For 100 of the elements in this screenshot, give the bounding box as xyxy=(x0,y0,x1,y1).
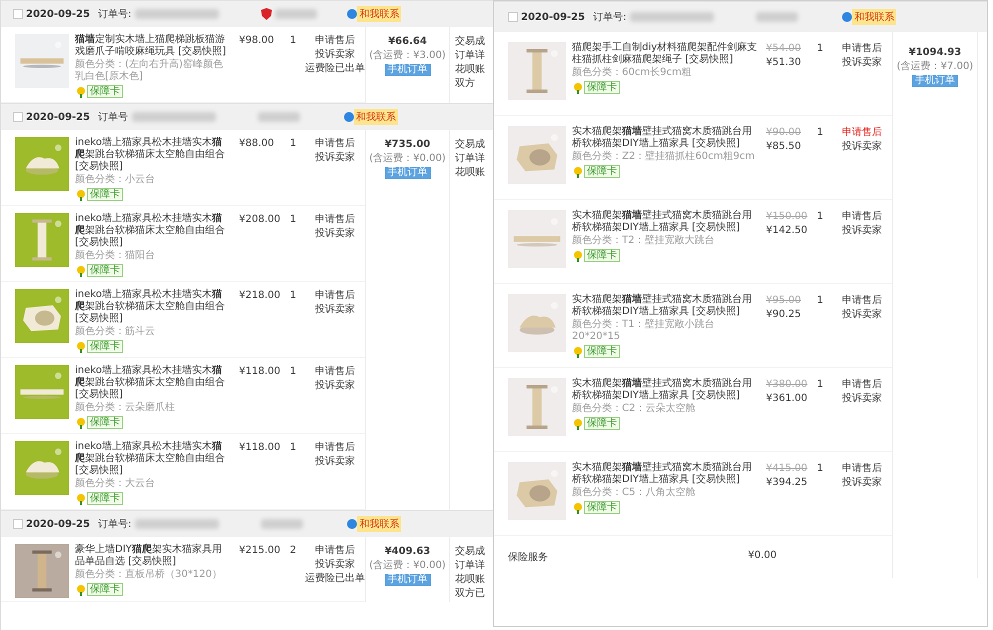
action-link[interactable]: 投诉卖家 xyxy=(305,303,365,317)
unit-price: ¥88.00 xyxy=(239,137,275,151)
product-title-link[interactable]: ineko墙上猫家具松木挂墙实木猫爬架跳台软梯猫床太空舱自由组合 [交易快照] xyxy=(75,289,231,325)
action-link[interactable]: 申请售后 xyxy=(305,441,365,455)
action-link[interactable]: 申请售后 xyxy=(305,289,365,303)
contact-seller-link[interactable]: 和我联系 xyxy=(357,6,402,22)
unit-price: ¥218.00 xyxy=(239,289,281,303)
status-link[interactable]: 交易成 xyxy=(455,545,493,559)
action-link[interactable]: 申请售后 xyxy=(832,378,892,392)
status-link[interactable]: 花呗账 xyxy=(455,63,493,77)
product-title-link[interactable]: 猫墙定制实木墙上猫爬梯跳板猫游戏磨爪子啃咬麻绳玩具 [交易快照] xyxy=(75,34,231,58)
status-link[interactable]: 订单详 xyxy=(455,49,493,63)
original-price: ¥95.00 xyxy=(766,294,802,308)
order-number-label: 订单号: xyxy=(98,518,132,531)
blurred-shop-name xyxy=(756,12,798,22)
product-title-link[interactable]: 猫爬架手工自制diy材料猫爬架配件剑麻支柱猫抓柱剑麻猫爬架绳子 [交易快照] xyxy=(572,42,758,66)
action-link[interactable]: 申请售后 xyxy=(305,213,365,227)
status-link[interactable]: 花呗账 xyxy=(455,573,493,587)
product-title-link[interactable]: ineko墙上猫家具松木挂墙实木猫爬架跳台软梯猫床太空舱自由组合 [交易快照] xyxy=(75,441,231,477)
shipping-note: (含运费：¥7.00) xyxy=(896,60,974,74)
product-title-link[interactable]: ineko墙上猫家具松木挂墙实木猫爬架跳台软梯猫床太空舱自由组合 [交易快照] xyxy=(75,213,231,249)
order-date: 2020-09-25 xyxy=(521,12,585,22)
original-price: ¥90.00 xyxy=(766,126,802,140)
status-link[interactable]: 订单详 xyxy=(455,152,493,166)
checkbox[interactable] xyxy=(13,9,23,19)
product-title-link[interactable]: 实木猫爬架猫墙壁挂式猫窝木质猫跳台用桥软梯猫架DIY墙上猫家具 [交易快照] xyxy=(572,462,758,486)
action-link[interactable]: 申请售后 xyxy=(832,126,892,140)
contact-seller-link[interactable]: 和我联系 xyxy=(852,9,896,25)
product-variant: 颜色分类：大云台 xyxy=(75,478,156,490)
product-title-link[interactable]: 实木猫爬架猫墙壁挂式猫窝木质猫跳台用桥软梯猫架DIY墙上猫家具 [交易快照] xyxy=(572,378,758,402)
action-link[interactable]: 投诉卖家 xyxy=(832,308,892,322)
action-link[interactable]: 投诉卖家 xyxy=(832,392,892,406)
action-link[interactable]: 申请售后 xyxy=(832,210,892,224)
product-title-link[interactable]: 豪华上墙DIY猫爬架实木猫家具用品单品自选 [交易快照] xyxy=(75,544,231,568)
action-link[interactable]: 投诉卖家 xyxy=(832,56,892,70)
chat-icon xyxy=(347,9,358,19)
action-link[interactable]: 申请售后 xyxy=(305,365,365,379)
contact-seller-link[interactable]: 和我联系 xyxy=(354,109,398,125)
product-title-link[interactable]: ineko墙上猫家具松木挂墙实木猫爬架跳台软梯猫床太空舱自由组合 [交易快照] xyxy=(75,137,231,173)
action-link[interactable]: 申请售后 xyxy=(305,34,365,48)
order-date: 2020-09-25 xyxy=(26,112,90,122)
action-link[interactable]: 申请售后 xyxy=(305,544,365,558)
product-title-link[interactable]: 实木猫爬架猫墙壁挂式猫窝木质猫跳台用桥软梯猫架DIY墙上猫家具 [交易快照] xyxy=(572,126,758,150)
product-title-link[interactable]: 实木猫爬架猫墙壁挂式猫窝木质猫跳台用桥软梯猫架DIY墙上猫家具 [交易快照] xyxy=(572,294,758,318)
action-link[interactable]: 运费险已出单 xyxy=(305,62,365,76)
flower-icon xyxy=(75,584,87,596)
status-link[interactable]: 双方 xyxy=(455,77,493,91)
unit-price: ¥394.25 xyxy=(766,476,808,490)
unit-price: ¥118.00 xyxy=(239,441,281,455)
contact-seller-link[interactable]: 和我联系 xyxy=(357,516,402,532)
quantity: 1 xyxy=(288,365,298,379)
action-link[interactable]: 投诉卖家 xyxy=(305,455,365,469)
action-link[interactable]: 申请售后 xyxy=(832,462,892,476)
action-link[interactable]: 投诉卖家 xyxy=(305,558,365,572)
mobile-order-badge: 手机订单 xyxy=(384,167,430,179)
quantity: 1 xyxy=(288,137,298,151)
status-link[interactable]: 花呗账 xyxy=(455,166,493,180)
product-title-link[interactable]: ineko墙上猫家具松木挂墙实木猫爬架跳台软梯猫床太空舱自由组合 [交易快照] xyxy=(75,365,231,401)
checkbox[interactable] xyxy=(508,12,518,22)
checkbox[interactable] xyxy=(13,112,23,122)
product-variant: 颜色分类：(左向右升高)窑峰颜色乳白色[原木色] xyxy=(75,59,224,83)
checkbox[interactable] xyxy=(13,519,23,529)
status-link[interactable]: 双方已 xyxy=(455,587,493,601)
flower-icon xyxy=(572,418,584,430)
status-link[interactable]: 订单详 xyxy=(455,559,493,573)
order-number-label: 订单号 xyxy=(98,110,128,124)
quantity: 1 xyxy=(816,126,824,140)
action-link[interactable]: 投诉卖家 xyxy=(305,379,365,393)
status-link[interactable]: 交易成 xyxy=(455,35,493,49)
product-variant: 颜色分类：C2：云朵太空舱 xyxy=(572,403,696,415)
shipping-note: (含运费：¥3.00) xyxy=(369,49,446,63)
original-price: ¥150.00 xyxy=(766,210,808,224)
flower-icon xyxy=(572,166,584,178)
original-price: ¥415.00 xyxy=(766,462,808,476)
shipping-note: (含运费：¥0.00) xyxy=(369,559,446,573)
order-total: ¥409.63 xyxy=(384,545,430,559)
flower-icon xyxy=(75,86,87,98)
original-price: ¥54.00 xyxy=(766,42,802,56)
unit-price: ¥215.00 xyxy=(239,544,281,558)
quantity: 1 xyxy=(816,462,824,476)
quantity: 1 xyxy=(816,378,824,392)
action-link[interactable]: 申请售后 xyxy=(832,42,892,56)
product-title-link[interactable]: 实木猫爬架猫墙壁挂式猫窝木质猫跳台用桥软梯猫架DIY墙上猫家具 [交易快照] xyxy=(572,210,758,234)
quantity: 2 xyxy=(288,544,298,558)
action-link[interactable]: 投诉卖家 xyxy=(305,227,365,241)
quantity: 1 xyxy=(288,34,298,48)
action-link[interactable]: 投诉卖家 xyxy=(832,140,892,154)
action-link[interactable]: 投诉卖家 xyxy=(832,476,892,490)
status-link[interactable]: 交易成 xyxy=(455,138,493,152)
action-link[interactable]: 运费险已出单 xyxy=(305,572,365,586)
action-link[interactable]: 投诉卖家 xyxy=(832,224,892,238)
action-link[interactable]: 申请售后 xyxy=(305,137,365,151)
unit-price: ¥142.50 xyxy=(766,224,808,238)
product-variant: 颜色分类：直板吊桥（30*120） xyxy=(75,569,223,581)
action-link[interactable]: 投诉卖家 xyxy=(305,151,365,165)
action-link[interactable]: 申请售后 xyxy=(832,294,892,308)
action-link[interactable]: 投诉卖家 xyxy=(305,48,365,62)
order-total: ¥1094.93 xyxy=(908,46,962,60)
unit-price: ¥51.30 xyxy=(766,56,802,70)
order-date: 2020-09-25 xyxy=(26,518,90,530)
